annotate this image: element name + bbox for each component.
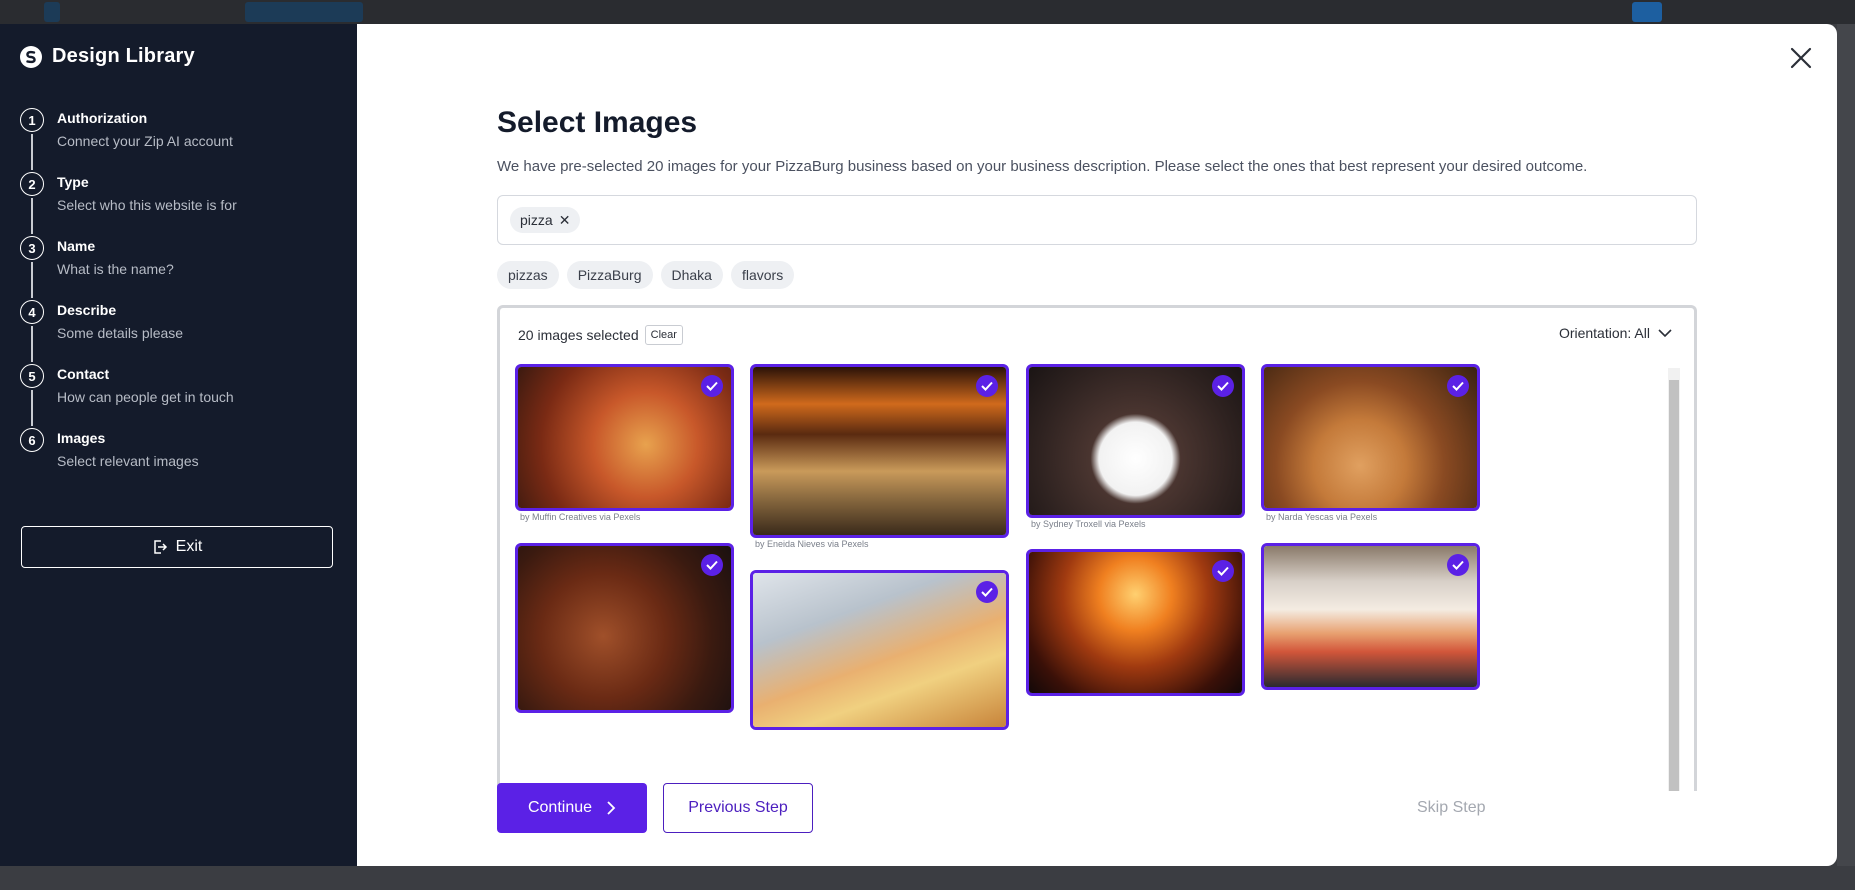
skip-step-button[interactable]: Skip Step xyxy=(1417,799,1485,817)
background-app-edge xyxy=(1837,24,1855,890)
suggestion-chip[interactable]: flavors xyxy=(730,261,795,289)
step-description: Select who this website is for xyxy=(57,197,237,213)
step-description: How can people get in touch xyxy=(57,389,234,405)
background-block xyxy=(1632,2,1662,22)
pizza-photo xyxy=(1029,367,1242,515)
pizza-photo xyxy=(518,546,731,710)
selected-check-icon[interactable] xyxy=(1447,375,1469,397)
orientation-dropdown[interactable]: Orientation: All xyxy=(1559,325,1672,341)
selected-check-icon[interactable] xyxy=(1212,375,1234,397)
background-block xyxy=(245,2,363,22)
keyword-search-input[interactable]: pizza ✕ xyxy=(497,195,1697,245)
clear-button[interactable]: Clear xyxy=(644,325,683,345)
brand-title: Design Library xyxy=(52,45,195,67)
image-card[interactable] xyxy=(515,543,734,713)
remove-chip-icon[interactable]: ✕ xyxy=(559,212,571,229)
pizza-photo xyxy=(1264,546,1477,687)
suggestion-chip[interactable]: pizzas xyxy=(497,261,559,289)
step-number: 5 xyxy=(20,364,44,388)
image-card[interactable] xyxy=(1261,543,1480,690)
step-number: 2 xyxy=(20,172,44,196)
selected-check-icon[interactable] xyxy=(1447,554,1469,576)
previous-step-button[interactable]: Previous Step xyxy=(663,783,813,833)
exit-button[interactable]: Exit xyxy=(21,526,333,568)
suggestion-chip[interactable]: Dhaka xyxy=(660,261,723,289)
selected-check-icon[interactable] xyxy=(976,581,998,603)
background-app-footer xyxy=(0,866,1855,890)
step-connector xyxy=(31,262,33,298)
image-credit: by Narda Yescas via Pexels xyxy=(1266,512,1378,522)
chevron-down-icon xyxy=(1658,329,1672,338)
image-card[interactable] xyxy=(750,570,1009,730)
step-title: Describe xyxy=(57,302,117,318)
exit-icon xyxy=(153,540,167,554)
selected-count: 20 images selected xyxy=(518,327,639,343)
exit-label: Exit xyxy=(175,538,203,555)
pizza-photo xyxy=(753,367,1006,535)
step-title: Images xyxy=(57,430,106,446)
step-connector xyxy=(31,198,33,234)
step-description: Select relevant images xyxy=(57,453,199,469)
step-description: What is the name? xyxy=(57,261,174,277)
pizza-photo xyxy=(518,367,731,508)
close-button[interactable] xyxy=(1787,44,1815,72)
keyword-suggestions: pizzas PizzaBurg Dhaka flavors xyxy=(497,261,795,289)
brand: Design Library xyxy=(20,45,195,68)
step-title: Authorization xyxy=(57,110,148,126)
brand-logo-icon xyxy=(20,45,42,68)
step-title: Contact xyxy=(57,366,110,382)
image-card[interactable] xyxy=(750,364,1009,538)
image-card[interactable] xyxy=(1026,549,1245,696)
suggestion-chip[interactable]: PizzaBurg xyxy=(566,261,653,289)
search-chip: pizza ✕ xyxy=(510,207,581,233)
gallery-scrollbar-thumb[interactable] xyxy=(1669,380,1679,791)
continue-button[interactable]: Continue xyxy=(497,783,647,833)
search-chip-label: pizza xyxy=(520,212,553,228)
continue-label: Continue xyxy=(527,799,593,816)
close-icon xyxy=(1790,47,1812,69)
design-library-modal: Design Library 1 Authorization Connect y… xyxy=(0,24,1837,866)
selected-check-icon[interactable] xyxy=(1212,560,1234,582)
image-gallery: 20 images selected Clear Orientation: Al… xyxy=(497,305,1697,791)
step-description: Some details please xyxy=(57,325,184,341)
step-title: Type xyxy=(57,174,89,190)
step-connector xyxy=(31,134,33,170)
selected-check-icon[interactable] xyxy=(701,375,723,397)
page-title: Select Images xyxy=(497,106,698,139)
pizza-photo xyxy=(1029,552,1242,693)
orientation-label: Orientation: All xyxy=(1558,325,1650,341)
selected-check-icon[interactable] xyxy=(976,375,998,397)
background-block xyxy=(44,2,60,22)
step-number: 4 xyxy=(20,300,44,324)
image-card[interactable] xyxy=(1261,364,1480,511)
step-title: Name xyxy=(57,238,96,254)
image-card[interactable] xyxy=(515,364,734,511)
pizza-photo xyxy=(753,573,1006,727)
step-connector xyxy=(31,326,33,362)
selection-summary: 20 images selected Clear xyxy=(518,325,683,345)
image-credit: by Eneida Nieves via Pexels xyxy=(755,539,869,549)
sidebar: Design Library 1 Authorization Connect y… xyxy=(0,24,357,866)
selected-check-icon[interactable] xyxy=(701,554,723,576)
chevron-right-icon xyxy=(607,801,616,815)
image-credit: by Muffin Creatives via Pexels xyxy=(520,512,641,522)
step-number: 6 xyxy=(20,428,44,452)
step-number: 1 xyxy=(20,108,44,132)
step-description: Connect your Zip AI account xyxy=(57,133,233,149)
page-subtitle: We have pre-selected 20 images for your … xyxy=(497,158,1588,175)
step-connector xyxy=(31,390,33,426)
image-credit: by Sydney Troxell via Pexels xyxy=(1031,519,1146,529)
background-app-toolbar xyxy=(0,0,1855,24)
main-content: Select Images We have pre-selected 20 im… xyxy=(357,24,1837,866)
image-card[interactable] xyxy=(1026,364,1245,518)
pizza-photo xyxy=(1264,367,1477,508)
step-number: 3 xyxy=(20,236,44,260)
